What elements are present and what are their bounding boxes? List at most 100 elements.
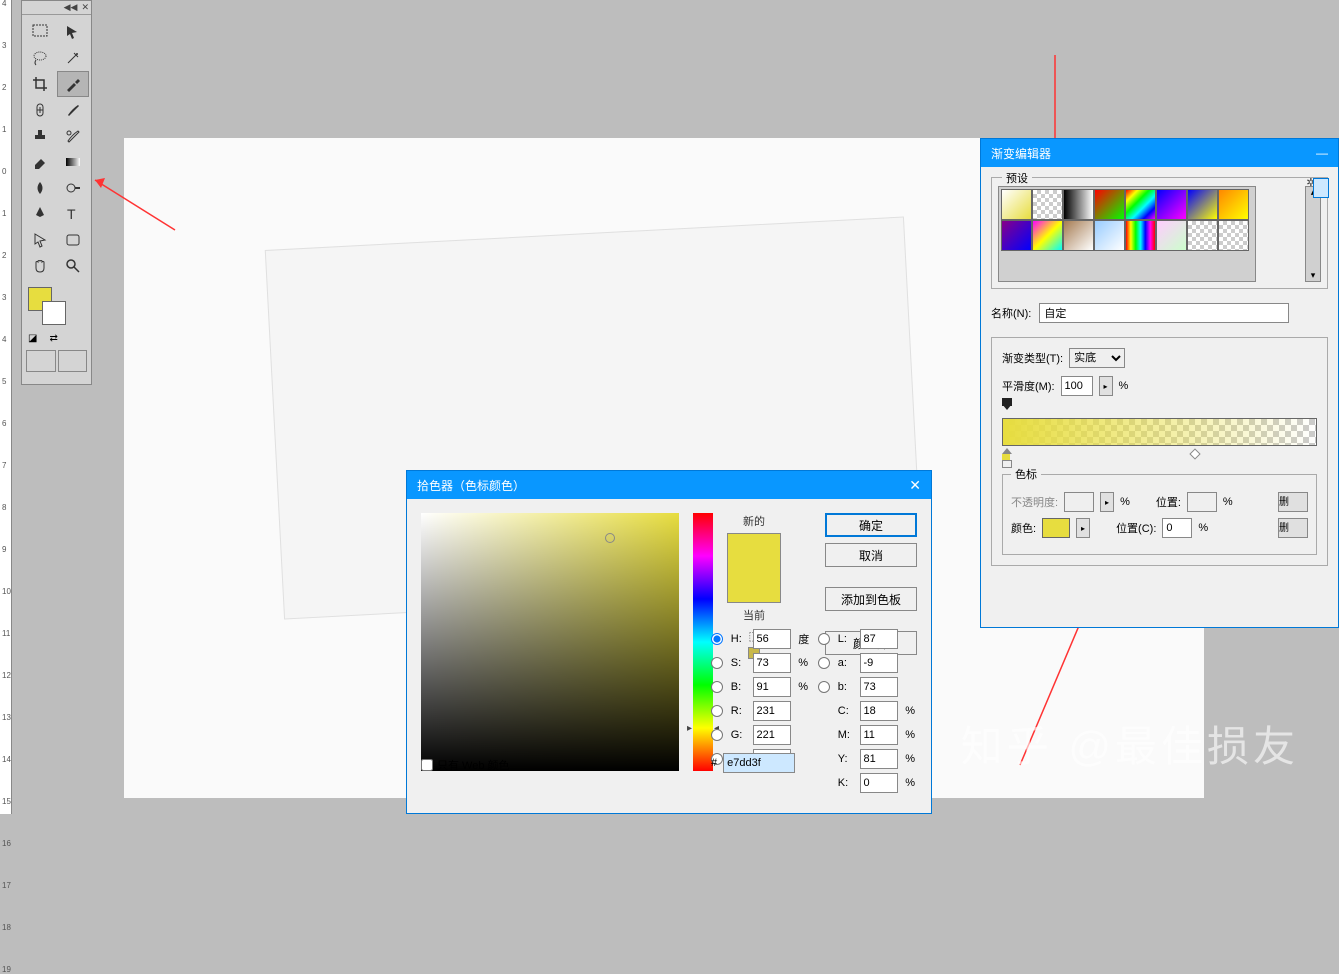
smoothness-stepper[interactable]: ▸ bbox=[1099, 376, 1113, 396]
delete-opacity-stop-button[interactable]: 删 bbox=[1278, 492, 1308, 512]
preset-swatch[interactable] bbox=[1001, 189, 1032, 220]
preset-swatch[interactable] bbox=[1063, 189, 1094, 220]
crop-tool[interactable] bbox=[24, 71, 56, 97]
lab-b-input[interactable] bbox=[860, 677, 898, 697]
k-input[interactable] bbox=[860, 773, 898, 793]
smoothness-input[interactable] bbox=[1061, 376, 1093, 396]
hue-slider[interactable]: ▸ ◂ bbox=[693, 513, 713, 771]
h-input[interactable] bbox=[753, 629, 791, 649]
gradient-bar[interactable] bbox=[1002, 404, 1317, 460]
l-input[interactable] bbox=[860, 629, 898, 649]
color-stop-left[interactable] bbox=[1002, 448, 1012, 460]
preset-swatch[interactable] bbox=[1063, 220, 1094, 251]
hue-pointer-left[interactable]: ▸ bbox=[687, 723, 692, 734]
swap-colors-icon[interactable]: ⇄ bbox=[49, 333, 57, 344]
zoom-tool[interactable] bbox=[57, 253, 89, 279]
side-button[interactable] bbox=[1313, 178, 1329, 198]
gradient-tool[interactable] bbox=[57, 149, 89, 175]
preset-swatch[interactable] bbox=[1156, 220, 1187, 251]
close-icon[interactable]: ✕ bbox=[909, 477, 921, 494]
opacity-label: 不透明度: bbox=[1011, 494, 1058, 510]
r-radio[interactable] bbox=[711, 705, 723, 717]
svg-text:T: T bbox=[67, 206, 76, 222]
bv-radio[interactable] bbox=[711, 681, 723, 693]
a-input[interactable] bbox=[860, 653, 898, 673]
eyedropper-tool[interactable] bbox=[57, 71, 89, 97]
g-radio[interactable] bbox=[711, 729, 723, 741]
opacity-location-input bbox=[1187, 492, 1217, 512]
smooth-label: 平滑度(M): bbox=[1002, 378, 1055, 394]
y-input[interactable] bbox=[860, 749, 898, 769]
shape-tool[interactable] bbox=[57, 227, 89, 253]
preset-swatch[interactable] bbox=[1187, 189, 1218, 220]
color-dropdown[interactable]: ▸ bbox=[1076, 518, 1090, 538]
c-input[interactable] bbox=[860, 701, 898, 721]
l-radio[interactable] bbox=[818, 633, 830, 645]
preset-swatch[interactable] bbox=[1187, 220, 1218, 251]
midpoint-diamond[interactable] bbox=[1189, 448, 1200, 459]
s-input[interactable] bbox=[753, 653, 791, 673]
preset-swatch[interactable] bbox=[1218, 220, 1249, 251]
color-picker-dialog: 拾色器（色标颜色） ✕ ▸ ◂ 新的 当前 ⬚ 确定 取消 添加到色板 颜色库 bbox=[406, 470, 932, 814]
preset-swatch[interactable] bbox=[1156, 189, 1187, 220]
palette-header[interactable]: ◀◀ ✕ bbox=[22, 1, 91, 15]
color-field[interactable] bbox=[421, 513, 679, 771]
location-label: 位置: bbox=[1156, 494, 1181, 510]
color-swatches[interactable] bbox=[26, 287, 87, 327]
current-color-swatch bbox=[728, 568, 780, 602]
cancel-button[interactable]: 取消 bbox=[825, 543, 917, 567]
lasso-tool[interactable] bbox=[24, 45, 56, 71]
s-radio[interactable] bbox=[711, 657, 723, 669]
preset-swatch[interactable] bbox=[1094, 220, 1125, 251]
bv-input[interactable] bbox=[753, 677, 791, 697]
preset-swatch[interactable] bbox=[1001, 220, 1032, 251]
brush-tool[interactable] bbox=[57, 97, 89, 123]
web-only-checkbox[interactable] bbox=[421, 759, 433, 771]
preset-swatch[interactable] bbox=[1218, 189, 1249, 220]
preset-swatch[interactable] bbox=[1125, 189, 1156, 220]
eraser-tool[interactable] bbox=[24, 149, 56, 175]
minimize-icon[interactable]: — bbox=[1316, 146, 1328, 160]
default-colors-icon[interactable]: ◪ bbox=[28, 333, 37, 344]
m-input[interactable] bbox=[860, 725, 898, 745]
color-cursor[interactable] bbox=[605, 533, 615, 543]
preset-swatch[interactable] bbox=[1125, 220, 1156, 251]
gradient-titlebar[interactable]: 渐变编辑器 — bbox=[981, 139, 1338, 167]
history-brush-tool[interactable] bbox=[57, 123, 89, 149]
marquee-tool[interactable] bbox=[24, 19, 56, 45]
gradient-name-input[interactable] bbox=[1039, 303, 1289, 323]
dodge-tool[interactable] bbox=[57, 175, 89, 201]
close-icon[interactable]: ✕ bbox=[81, 2, 89, 13]
magic-wand-tool[interactable] bbox=[57, 45, 89, 71]
color-picker-titlebar[interactable]: 拾色器（色标颜色） ✕ bbox=[407, 471, 931, 499]
delete-color-stop-button[interactable]: 删 bbox=[1278, 518, 1308, 538]
h-radio[interactable] bbox=[711, 633, 723, 645]
color-location-input[interactable] bbox=[1162, 518, 1192, 538]
stop-color-chip[interactable] bbox=[1042, 518, 1070, 538]
lab-b-radio[interactable] bbox=[818, 681, 830, 693]
path-select-tool[interactable] bbox=[24, 227, 56, 253]
background-color-swatch[interactable] bbox=[42, 301, 66, 325]
preset-swatch[interactable] bbox=[1032, 189, 1063, 220]
opacity-stop-left[interactable] bbox=[1002, 404, 1012, 416]
move-tool[interactable] bbox=[57, 19, 89, 45]
healing-tool[interactable] bbox=[24, 97, 56, 123]
blur-tool[interactable] bbox=[24, 175, 56, 201]
pen-tool[interactable] bbox=[24, 201, 56, 227]
hand-tool[interactable] bbox=[24, 253, 56, 279]
screen-mode-button[interactable] bbox=[58, 350, 88, 372]
preset-scrollbar[interactable]: ▴▾ bbox=[1305, 186, 1321, 282]
collapse-icon[interactable]: ◀◀ bbox=[64, 2, 78, 13]
g-input[interactable] bbox=[753, 725, 791, 745]
quick-mask-button[interactable] bbox=[26, 350, 56, 372]
ok-button[interactable]: 确定 bbox=[825, 513, 917, 537]
preset-swatch[interactable] bbox=[1032, 220, 1063, 251]
type-tool[interactable]: T bbox=[57, 201, 89, 227]
stamp-tool[interactable] bbox=[24, 123, 56, 149]
a-radio[interactable] bbox=[818, 657, 830, 669]
r-input[interactable] bbox=[753, 701, 791, 721]
preset-swatch[interactable] bbox=[1094, 189, 1125, 220]
add-swatch-button[interactable]: 添加到色板 bbox=[825, 587, 917, 611]
hex-input[interactable] bbox=[723, 753, 795, 773]
gradient-type-select[interactable]: 实底 bbox=[1069, 348, 1125, 368]
